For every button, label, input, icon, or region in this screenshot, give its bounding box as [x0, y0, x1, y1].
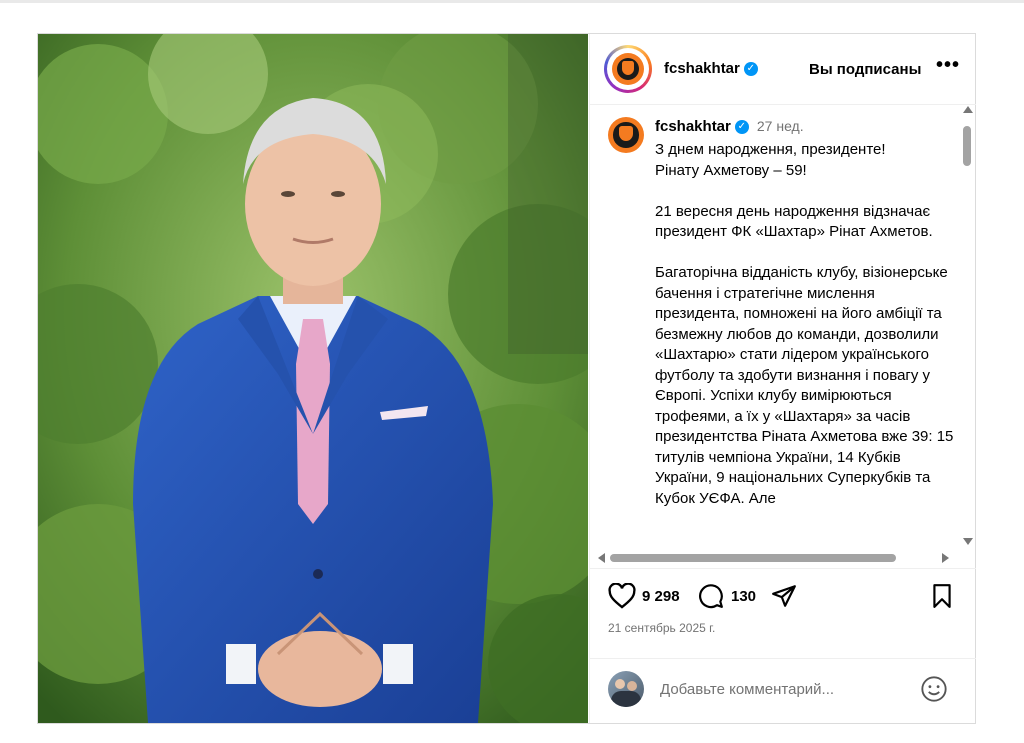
- emoji-icon[interactable]: [920, 675, 948, 703]
- caption-username[interactable]: fcshakhtar: [655, 118, 731, 135]
- caption-header: fcshakhtar ✓ 27 нед.: [655, 118, 804, 136]
- comment-icon[interactable]: [697, 583, 725, 609]
- vertical-scrollbar[interactable]: [960, 106, 974, 546]
- post-header: fcshakhtar ✓ Вы подписаны •••: [590, 34, 976, 105]
- account-username[interactable]: fcshakhtar: [664, 60, 740, 77]
- caption-time[interactable]: 27 нед.: [757, 118, 804, 134]
- more-options-icon[interactable]: •••: [936, 54, 960, 77]
- verified-icon: ✓: [743, 61, 758, 76]
- comments-count[interactable]: 130: [731, 588, 756, 605]
- post-date[interactable]: 21 сентябрь 2025 г.: [608, 621, 715, 635]
- scroll-down-arrow-icon[interactable]: [963, 538, 973, 545]
- share-icon[interactable]: [770, 583, 798, 609]
- header-username-row: fcshakhtar ✓: [664, 60, 758, 78]
- scroll-left-arrow-icon[interactable]: [598, 553, 605, 563]
- scroll-right-arrow-icon[interactable]: [942, 553, 949, 563]
- post-photo-illustration: [38, 34, 588, 723]
- save-action[interactable]: [930, 583, 954, 609]
- horizontal-scroll-thumb[interactable]: [610, 554, 896, 562]
- shakhtar-crest-icon: [612, 53, 644, 85]
- heart-icon[interactable]: [608, 583, 636, 609]
- comment-action[interactable]: 130: [697, 583, 756, 609]
- scroll-up-arrow-icon[interactable]: [963, 106, 973, 113]
- like-action[interactable]: 9 298: [608, 583, 680, 609]
- caption-area: fcshakhtar ✓ 27 нед. З днем народження, пр…: [590, 105, 976, 563]
- post-side-panel: fcshakhtar ✓ Вы подписаны ••• fcshakhtar ✓…: [589, 34, 976, 723]
- share-action[interactable]: [770, 583, 798, 609]
- browser-top-border: [0, 0, 1024, 3]
- account-avatar[interactable]: [604, 45, 652, 93]
- vertical-scroll-thumb[interactable]: [963, 126, 971, 166]
- bookmark-icon[interactable]: [930, 583, 954, 609]
- comment-bar: [590, 658, 976, 724]
- comment-input[interactable]: [660, 681, 890, 698]
- likes-count[interactable]: 9 298: [642, 588, 680, 605]
- caption-text: З днем народження, президенте! Рінату Ах…: [655, 141, 954, 507]
- post-photo[interactable]: [38, 34, 588, 723]
- caption-avatar[interactable]: [608, 117, 644, 153]
- user-avatar: [608, 671, 644, 707]
- verified-icon: ✓: [734, 119, 749, 134]
- post-dialog: fcshakhtar ✓ Вы подписаны ••• fcshakhtar ✓…: [37, 33, 976, 724]
- horizontal-scrollbar[interactable]: [598, 551, 950, 565]
- subscribed-button[interactable]: Вы подписаны: [809, 61, 921, 78]
